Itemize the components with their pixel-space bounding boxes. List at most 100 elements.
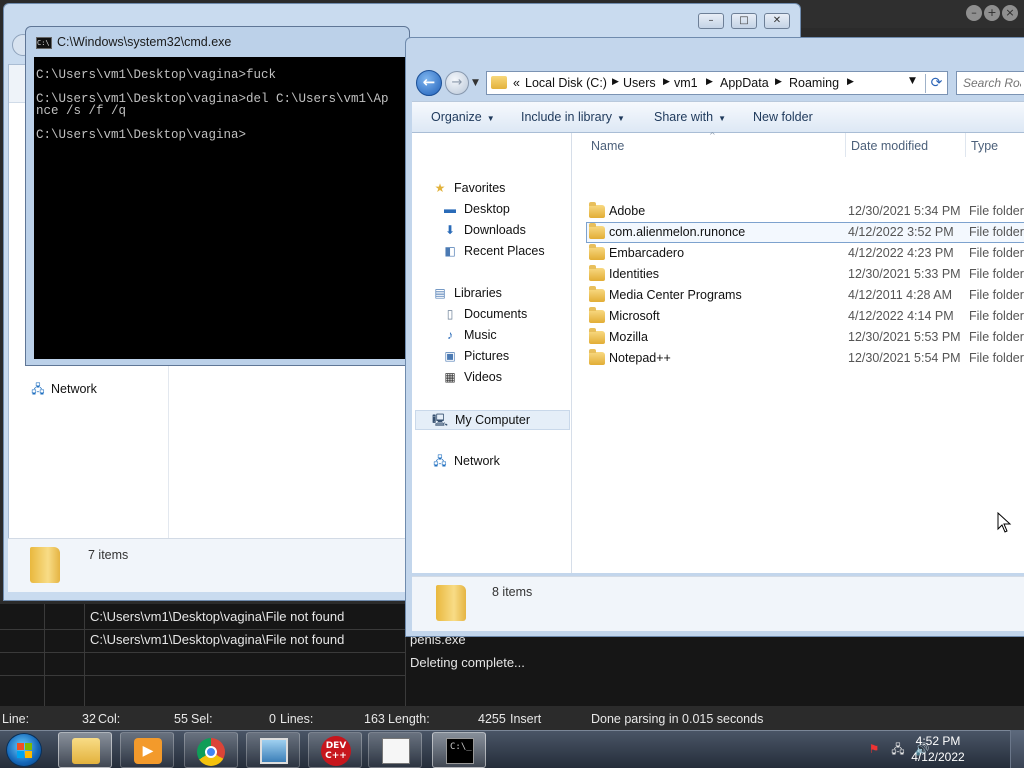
documents-icon: ▯	[446, 307, 454, 321]
file-type: File folder	[969, 309, 1024, 323]
breadcrumb-appdata[interactable]: AppData	[720, 76, 769, 90]
address-bar[interactable]: « Local Disk (C:) ▶ Users ▶ vm1 ▶ AppDat…	[486, 71, 948, 95]
nav-item-libraries[interactable]: ▤ Libraries	[432, 284, 562, 304]
network-tray-icon[interactable]: 🖧	[890, 741, 906, 757]
file-row[interactable]: Notepad++ 12/30/2021 5:54 PM File folder	[586, 348, 1024, 369]
column-header-type[interactable]: Type	[971, 139, 998, 153]
breadcrumb-overflow[interactable]: «	[513, 76, 520, 90]
file-row[interactable]: Media Center Programs 4/12/2011 4:28 AM …	[586, 285, 1024, 306]
file-row[interactable]: Embarcadero 4/12/2022 4:23 PM File folde…	[586, 243, 1024, 264]
photo-viewer-icon	[260, 738, 288, 764]
libraries-icon: ▤	[434, 286, 446, 300]
nav-item-desktop[interactable]: ▬ Desktop	[442, 200, 562, 220]
log-grid-line	[0, 675, 405, 676]
file-name: Notepad++	[609, 351, 671, 365]
ide-maximize-icon[interactable]: +	[984, 5, 1000, 21]
status-line-value: 32	[82, 712, 96, 726]
nav-item-downloads[interactable]: ⬇ Downloads	[442, 221, 562, 241]
folder-icon	[589, 349, 605, 365]
clock-date[interactable]: 4/12/2022	[906, 750, 970, 764]
breadcrumb-separator-icon[interactable]: ▶	[775, 77, 782, 87]
breadcrumb-separator-icon[interactable]: ▶	[706, 77, 713, 87]
file-row[interactable]: Adobe 12/30/2021 5:34 PM File folder	[586, 201, 1024, 222]
win1-close-icon[interactable]: ✕	[764, 13, 790, 29]
breadcrumb-separator-icon[interactable]: ▶	[847, 77, 854, 87]
forward-arrow-icon[interactable]: →	[445, 71, 469, 95]
breadcrumb-local-disk[interactable]: Local Disk (C:)	[525, 76, 607, 90]
breadcrumb-separator-icon[interactable]: ▶	[612, 77, 619, 87]
column-header-name[interactable]: Name	[591, 139, 624, 153]
nav-item-favorites[interactable]: ★ Favorites	[432, 179, 562, 199]
nav-item-documents[interactable]: ▯ Documents	[442, 305, 562, 325]
column-separator[interactable]	[845, 133, 846, 157]
cmd-console[interactable]: C:\Users\vm1\Desktop\vagina>fuck C:\User…	[34, 57, 412, 359]
show-desktop-button[interactable]	[1010, 730, 1024, 768]
ide-close-icon[interactable]: ×	[1002, 5, 1018, 21]
address-dropdown-icon[interactable]: ▼	[909, 76, 916, 86]
clock-time[interactable]: 4:52 PM	[908, 734, 968, 748]
computer-icon: 🖳	[432, 413, 449, 427]
search-box[interactable]	[956, 71, 1024, 95]
nav-item-pictures[interactable]: ▣ Pictures	[442, 347, 562, 367]
win1-minimize-icon[interactable]: –	[698, 13, 724, 29]
start-button[interactable]	[6, 733, 42, 767]
nav-item-recent-places[interactable]: ◧ Recent Places	[442, 242, 562, 262]
back-arrow-icon[interactable]: ←	[416, 70, 442, 96]
cmd-line: C:\Users\vm1\Desktop\vagina>	[36, 128, 247, 142]
taskbar-photo-viewer-button[interactable]	[246, 732, 300, 768]
include-in-library-button[interactable]: Include in library ▼	[521, 110, 625, 124]
taskbar-cmd-button[interactable]: C:\_	[432, 732, 486, 768]
file-date: 12/30/2021 5:53 PM	[848, 330, 961, 344]
breadcrumb-separator-icon[interactable]: ▶	[663, 77, 670, 87]
taskbar-media-player-button[interactable]: ▶	[120, 732, 174, 768]
nav-item-music[interactable]: ♪ Music	[442, 326, 562, 346]
history-dropdown-icon[interactable]: ▼	[472, 78, 479, 88]
nav-item-my-computer[interactable]: 🖳 My Computer	[415, 410, 570, 430]
folder-icon	[436, 585, 466, 621]
file-date: 4/12/2022 4:23 PM	[848, 246, 954, 260]
organize-button[interactable]: Organize ▼	[431, 110, 495, 124]
status-sel-label: Sel:	[191, 712, 213, 726]
taskbar-devcpp-button[interactable]: DEV C++	[308, 732, 362, 768]
action-center-icon[interactable]: ⚑	[866, 741, 882, 757]
new-folder-button[interactable]: New folder	[753, 110, 813, 124]
win1-nav-network[interactable]: 🖧 Network	[30, 380, 150, 400]
status-line-label: Line:	[2, 712, 30, 726]
explorer-window[interactable]: ← → ▼ « Local Disk (C:) ▶ Users ▶ vm1 ▶ …	[405, 37, 1024, 637]
file-row[interactable]: com.alienmelon.runonce 4/12/2022 3:52 PM…	[586, 222, 1024, 243]
log-row-2-message: C:\Users\vm1\Desktop\vagina\File not fou…	[90, 632, 345, 647]
file-row[interactable]: Identities 12/30/2021 5:33 PM File folde…	[586, 264, 1024, 285]
share-with-label: Share with	[654, 110, 714, 124]
column-header-date-modified[interactable]: Date modified	[851, 139, 928, 153]
breadcrumb-vm1[interactable]: vm1	[674, 76, 698, 90]
windows-logo-icon	[17, 743, 33, 759]
status-lines-value: 163	[364, 712, 385, 726]
explorer-content: ★ Favorites ▬ Desktop ⬇ Downloads ◧ Rece…	[412, 131, 1024, 573]
breadcrumb-users[interactable]: Users	[623, 76, 656, 90]
ide-minimize-icon[interactable]: –	[966, 5, 982, 21]
taskbar-explorer-button[interactable]	[58, 732, 112, 768]
column-separator[interactable]	[965, 133, 966, 157]
cmd-window[interactable]: C:\ C:\Windows\system32\cmd.exe C:\Users…	[25, 26, 412, 366]
breadcrumb-roaming[interactable]: Roaming	[789, 76, 839, 90]
file-type: File folder	[969, 267, 1024, 281]
file-row[interactable]: Microsoft 4/12/2022 4:14 PM File folder	[586, 306, 1024, 327]
taskbar-chrome-button[interactable]	[184, 732, 238, 768]
refresh-icon[interactable]: ⟳	[925, 74, 947, 93]
nav-item-network[interactable]: 🖧 Network	[432, 452, 562, 472]
chevron-down-icon: ▼	[718, 114, 726, 123]
win1-maximize-icon[interactable]: □	[731, 13, 757, 29]
file-date: 4/12/2022 3:52 PM	[848, 225, 954, 239]
file-name: Mozilla	[609, 330, 648, 344]
share-with-button[interactable]: Share with ▼	[654, 110, 726, 124]
file-row[interactable]: Mozilla 12/30/2021 5:53 PM File folder	[586, 327, 1024, 348]
file-name: Identities	[609, 267, 660, 281]
nav-item-videos[interactable]: ▦ Videos	[442, 368, 562, 388]
taskbar-notepad-button[interactable]	[368, 732, 422, 768]
file-list: Name ^ Date modified Type Adobe 12/30/20…	[572, 131, 1024, 573]
ide-status-bar: Line: 32 Col: 55 Sel: 0 Lines: 163 Lengt…	[0, 708, 1024, 730]
log-row-1-message: C:\Users\vm1\Desktop\vagina\File not fou…	[90, 609, 345, 624]
search-input[interactable]	[957, 72, 1024, 94]
ide-titlebar: – + ×	[790, 0, 1024, 28]
music-icon: ♪	[447, 328, 453, 342]
